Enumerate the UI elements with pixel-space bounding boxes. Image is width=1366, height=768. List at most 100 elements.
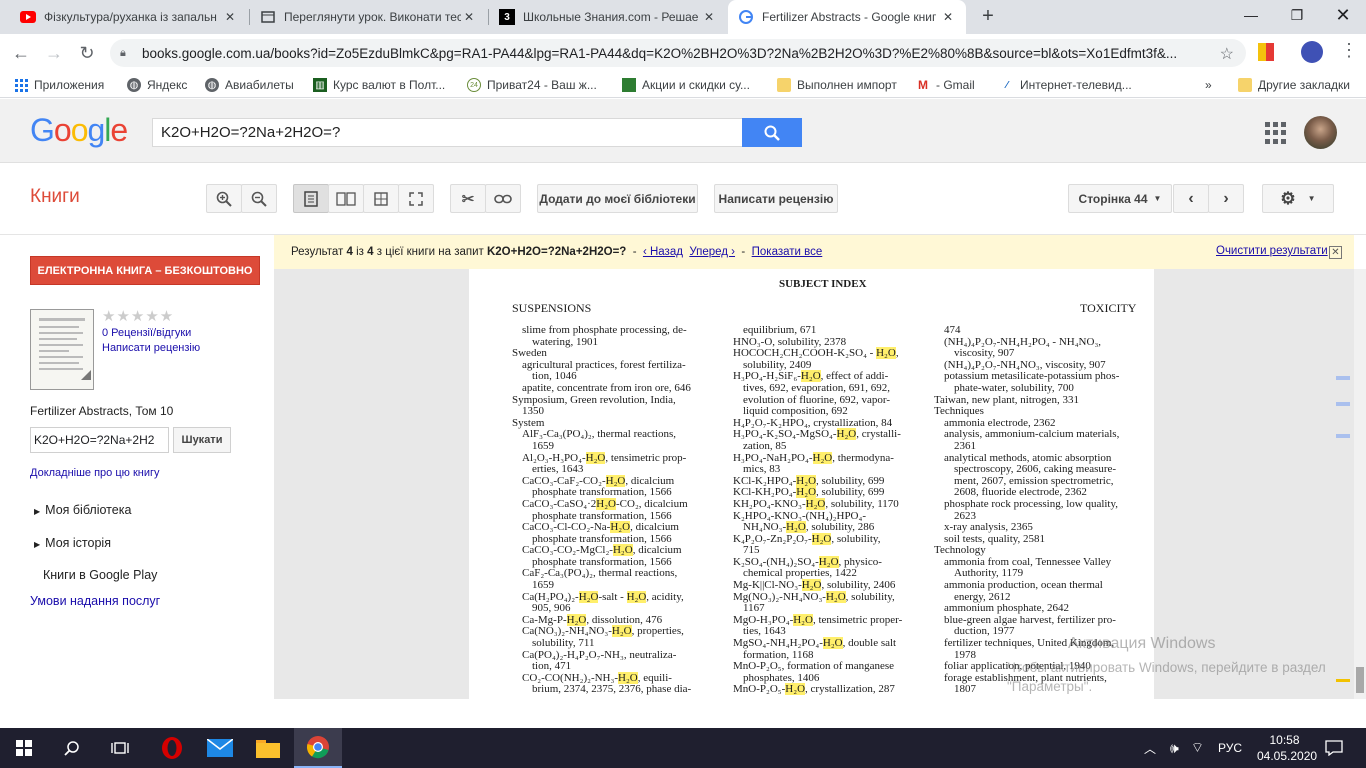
- bookmark-star-icon[interactable]: ☆: [1220, 44, 1234, 64]
- clear-results-link[interactable]: Очистити результати: [1216, 245, 1328, 257]
- google-apps-icon[interactable]: [1265, 122, 1287, 144]
- write-review-link[interactable]: Написати рецензію: [102, 342, 200, 354]
- tab-google-books[interactable]: Fertilizer Abstracts - Google книг ✕: [728, 0, 966, 34]
- network-icon[interactable]: ⌔: [1191, 739, 1204, 757]
- forward-button[interactable]: →: [41, 40, 67, 66]
- minimize-button[interactable]: —: [1228, 0, 1274, 30]
- bookmark-other[interactable]: Другие закладки: [1238, 76, 1350, 94]
- index-entry: KH₂PO₄-KNO₃-H₂O, solubility, 1170: [733, 497, 899, 510]
- close-tab-icon[interactable]: ✕: [461, 10, 477, 24]
- zoom-in-button[interactable]: [206, 184, 242, 213]
- zoom-out-button[interactable]: [241, 184, 277, 213]
- close-tab-icon[interactable]: ✕: [701, 10, 717, 24]
- my-history-toggle[interactable]: ▶ Моя історія: [34, 536, 111, 550]
- index-column-2: equilibrium, 671 HNO₃-O, solubility, 2378…: [723, 324, 928, 696]
- bookmark-kurs[interactable]: ▥ Курс валют в Полт...: [313, 76, 445, 94]
- language-indicator[interactable]: РУС: [1218, 741, 1242, 755]
- file-explorer-app[interactable]: [244, 728, 292, 768]
- clock[interactable]: 10:58 04.05.2020: [1257, 732, 1317, 764]
- bookmark-label: Интернет-телевид...: [1020, 78, 1132, 92]
- extension-icon[interactable]: [1258, 43, 1274, 61]
- page-select[interactable]: Сторінка 44 ▼: [1068, 184, 1172, 213]
- avatar[interactable]: [1304, 116, 1337, 149]
- scrollbar[interactable]: [1354, 269, 1366, 699]
- close-tab-icon[interactable]: ✕: [222, 10, 238, 24]
- bookmark-avia[interactable]: ◍ Авиабилеты: [205, 76, 294, 94]
- index-entry: spectroscopy, 2606, caking measure-: [954, 463, 1117, 476]
- google-logo[interactable]: Google: [30, 112, 128, 149]
- search-input[interactable]: K2O+H2O=?2Na+2H2O=?: [152, 118, 743, 147]
- new-tab-button[interactable]: +: [976, 5, 1000, 29]
- bookmark-apps[interactable]: Приложения: [14, 76, 104, 94]
- bookmark-privat[interactable]: 24 Приват24 - Ваш ж...: [467, 76, 597, 94]
- clip-button[interactable]: ✂: [450, 184, 486, 213]
- address-bar[interactable]: 🔒︎ books.google.com.ua/books?id=Zo5EzduB…: [110, 39, 1246, 67]
- prev-result-link[interactable]: ‹ Назад: [643, 246, 683, 258]
- chevron-up-icon[interactable]: ︿: [1144, 740, 1156, 757]
- folder-icon: [256, 740, 280, 758]
- thumbnail-view-button[interactable]: [363, 184, 399, 213]
- link-button[interactable]: [485, 184, 521, 213]
- google-play-link[interactable]: Книги в Google Play: [43, 568, 157, 582]
- search-hit-marker[interactable]: [1336, 376, 1350, 380]
- google-books-icon: [738, 9, 754, 25]
- notifications-button[interactable]: [1312, 728, 1356, 768]
- start-button[interactable]: [0, 728, 48, 768]
- bookmark-tv[interactable]: ⁄ Интернет-телевид...: [1000, 76, 1132, 94]
- bookmark-label: Приложения: [34, 78, 105, 92]
- bookmarks-overflow[interactable]: »: [1205, 76, 1212, 94]
- write-review-button[interactable]: Написати рецензію: [714, 184, 838, 213]
- book-cover[interactable]: [30, 309, 94, 390]
- close-tab-icon[interactable]: ✕: [940, 10, 956, 24]
- show-all-link[interactable]: Показати все: [752, 246, 823, 258]
- overflow-chevron: »: [1205, 78, 1212, 92]
- menu-dots-icon[interactable]: ⋮: [1340, 40, 1358, 61]
- close-window-button[interactable]: ✕: [1320, 0, 1366, 30]
- youtube-icon: [20, 9, 36, 25]
- chrome-app[interactable]: [294, 728, 342, 768]
- terms-link[interactable]: Умови надання послуг: [30, 594, 160, 608]
- add-to-library-button[interactable]: Додати до моєї бібліотеки: [537, 184, 698, 213]
- settings-button[interactable]: ⚙ ▼: [1262, 184, 1334, 213]
- close-icon[interactable]: ✕: [1329, 246, 1342, 259]
- bookmark-akcii[interactable]: Акции и скидки су...: [622, 76, 750, 94]
- bookmark-gmail[interactable]: M - Gmail: [916, 76, 975, 94]
- mail-app[interactable]: [196, 728, 244, 768]
- bookmark-import[interactable]: Выполнен импорт: [777, 76, 897, 94]
- index-entry: x-ray analysis, 2365: [944, 521, 1033, 534]
- books-title[interactable]: Книги: [30, 186, 80, 208]
- search-hit-marker[interactable]: [1336, 402, 1350, 406]
- clock-time: 10:58: [1269, 733, 1300, 747]
- fullscreen-button[interactable]: [398, 184, 434, 213]
- free-ebook-button[interactable]: ЕЛЕКТРОННА КНИГА – БЕЗКОШТОВНО: [30, 256, 260, 285]
- profile-icon[interactable]: [1301, 41, 1323, 63]
- search-button[interactable]: [742, 118, 802, 147]
- more-about-book-link[interactable]: Докладніше про цю книгу: [30, 467, 160, 479]
- tab-lesson[interactable]: Переглянути урок. Виконати тес ✕: [250, 0, 487, 34]
- back-button[interactable]: ←: [8, 40, 34, 66]
- tab-title: Fertilizer Abstracts - Google книг: [762, 10, 937, 24]
- prev-page-button[interactable]: ‹: [1173, 184, 1209, 213]
- next-page-button[interactable]: ›: [1208, 184, 1244, 213]
- bookmark-yandex[interactable]: ◍ Яндекс: [127, 76, 187, 94]
- tab-youtube[interactable]: Фізкультура/руханка із запальн ✕: [10, 0, 248, 34]
- activation-watermark-text: Чтобы активировать Windows, перейдите в …: [1007, 660, 1326, 694]
- single-page-view-button[interactable]: [293, 184, 329, 213]
- tab-znania[interactable]: 3 Школьные Знания.com - Решае ✕: [489, 0, 727, 34]
- my-library-toggle[interactable]: ▶ Моя бібліотека: [34, 503, 131, 517]
- volume-icon[interactable]: 🕪︎: [1170, 740, 1179, 757]
- page-select-label: Сторінка 44: [1078, 191, 1148, 206]
- scrollbar-thumb[interactable]: [1356, 667, 1364, 693]
- zoom-out-icon: [251, 191, 267, 207]
- search-hit-marker[interactable]: [1336, 434, 1350, 438]
- next-result-link[interactable]: Уперед ›: [689, 246, 735, 258]
- task-view-button[interactable]: [96, 728, 144, 768]
- reload-button[interactable]: ↻: [74, 40, 100, 66]
- opera-app[interactable]: [148, 728, 196, 768]
- in-book-search-input[interactable]: K2O+H2O=?2Na+2H2: [30, 427, 169, 453]
- reviews-link[interactable]: 0 Рецензії/відгуки: [102, 327, 191, 339]
- two-page-view-button[interactable]: [328, 184, 364, 213]
- maximize-button[interactable]: ❐: [1274, 0, 1320, 30]
- taskbar-search-button[interactable]: [48, 728, 96, 768]
- in-book-search-button[interactable]: Шукати: [173, 427, 231, 453]
